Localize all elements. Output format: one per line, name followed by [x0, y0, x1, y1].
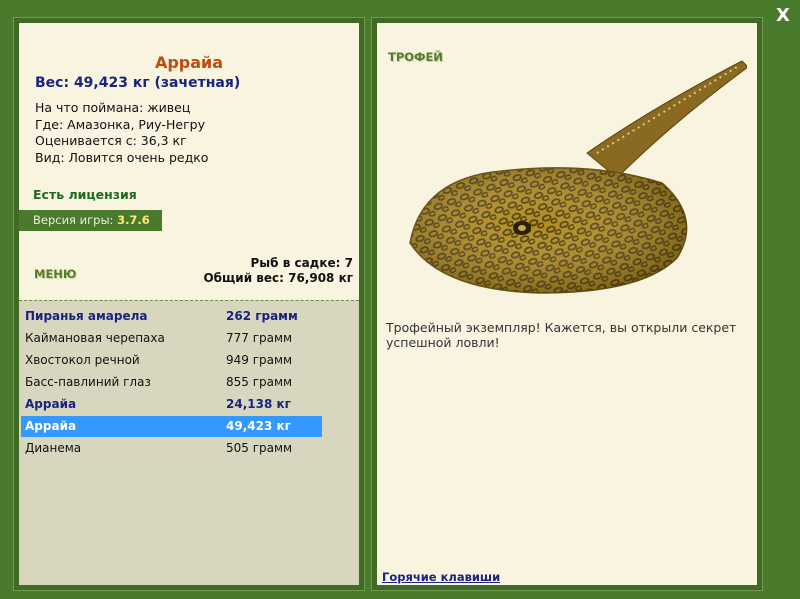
catch-row-weight: 24,138 кг: [226, 397, 291, 411]
detail-location: Где: Амазонка, Риу-Негру: [35, 116, 205, 132]
trophy-content: ТРОФЕЙ Трофейный экземпляр! Кажется, вы …: [377, 23, 757, 585]
catch-info-content: Аррайа Вес: 49,423 кг (зачетная) На что …: [19, 23, 359, 585]
keepnet-summary: Рыб в садке: 7 Общий вес: 76,908 кг: [203, 256, 353, 286]
catch-row-weight: 777 грамм: [226, 331, 293, 345]
catch-row-name: Хвостокол речной: [25, 353, 140, 367]
catch-row-weight: 262 грамм: [226, 309, 298, 323]
catch-row[interactable]: Каймановая черепаха 777 грамм: [21, 328, 322, 349]
catch-row-name: Дианема: [25, 441, 82, 455]
catch-row-weight: 505 грамм: [226, 441, 293, 455]
fish-name: Аррайа: [154, 53, 224, 72]
trophy-label: ТРОФЕЙ: [388, 50, 443, 64]
catch-row-weight: 855 грамм: [226, 375, 293, 389]
detail-bait: На что поймана: живец: [35, 100, 191, 115]
stingray-image: [409, 60, 747, 294]
catch-row-name: Басс-павлиний глаз: [25, 375, 151, 389]
keepnet-total: Общий вес: 76,908 кг: [203, 271, 353, 285]
game-version: Версия игры: 3.7.6: [19, 210, 162, 231]
fish-weight: Вес: 49,423 кг (зачетная): [35, 75, 241, 91]
license-status: Есть лицензия: [33, 187, 137, 202]
catch-row-name: Пиранья амарела: [25, 309, 148, 323]
catch-row-name: Аррайа: [25, 419, 77, 433]
fish-details: На что поймана: живец Где: Амазонка, Риу…: [35, 100, 208, 166]
detail-rarity: Вид: Ловится очень редко: [35, 149, 209, 165]
hotkeys-link[interactable]: Горячие клавиши: [382, 570, 500, 584]
catch-row[interactable]: Пиранья амарела 262 грамм: [21, 306, 322, 327]
version-value: 3.7.6: [117, 213, 150, 227]
catch-row-weight: 949 грамм: [226, 353, 293, 367]
close-button[interactable]: X: [773, 6, 793, 26]
keepnet-count: Рыб в садке: 7: [250, 256, 354, 270]
catch-row[interactable]: Аррайа 49,423 кг: [21, 416, 322, 437]
catch-row[interactable]: Басс-павлиний глаз 855 грамм: [21, 372, 322, 393]
catch-row-name: Аррайа: [25, 397, 77, 411]
catch-row-weight: 49,423 кг: [226, 419, 291, 433]
detail-threshold: Оценивается с: 36,3 кг: [35, 133, 187, 148]
catch-row[interactable]: Дианема 505 грамм: [21, 438, 322, 459]
catch-row[interactable]: Аррайа 24,138 кг: [21, 394, 322, 415]
catch-info-panel: Аррайа Вес: 49,423 кг (зачетная) На что …: [13, 17, 365, 591]
menu-button[interactable]: МЕНЮ: [34, 267, 76, 281]
trophy-panel: ТРОФЕЙ Трофейный экземпляр! Кажется, вы …: [371, 17, 763, 591]
catch-list: Пиранья амарела 262 грамм Каймановая череп…: [19, 300, 359, 585]
catch-row-name: Каймановая черепаха: [25, 331, 165, 345]
version-label: Версия игры:: [33, 213, 114, 227]
trophy-description: Трофейный экземпляр! Кажется, вы открыли…: [386, 320, 737, 350]
catch-row[interactable]: Хвостокол речной 949 грамм: [21, 350, 322, 371]
